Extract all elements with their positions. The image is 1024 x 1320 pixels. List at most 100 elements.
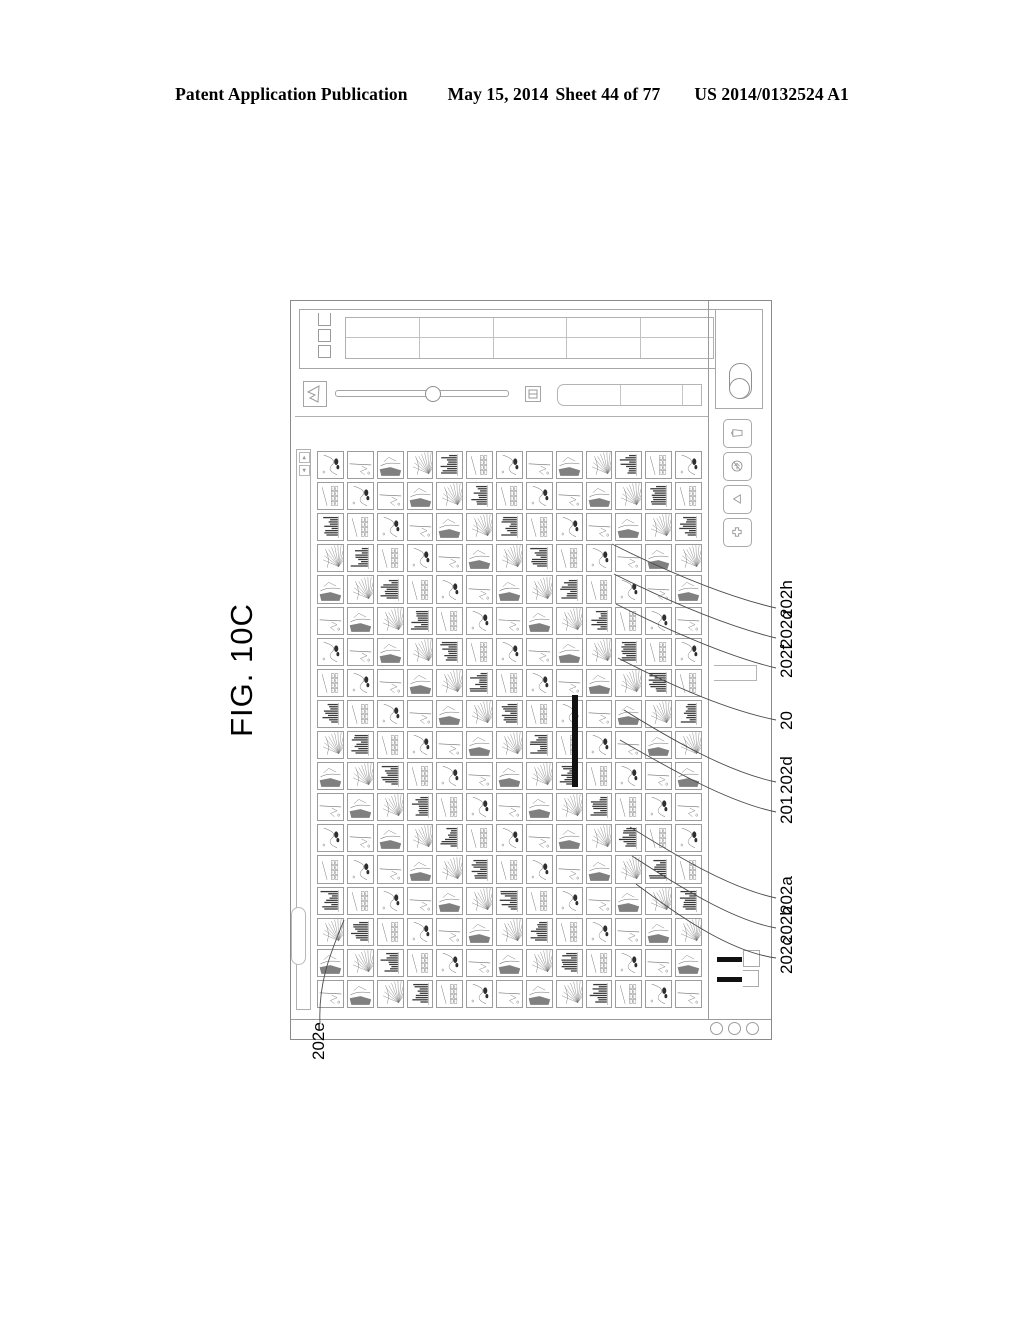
- thumbnail-item[interactable]: [466, 886, 494, 915]
- thumbnail-item[interactable]: [675, 855, 702, 884]
- thumbnail-item[interactable]: [585, 699, 613, 729]
- thumbnail-item[interactable]: [525, 824, 553, 853]
- thumbnail-item[interactable]: [615, 544, 643, 573]
- thumbnail-item[interactable]: [346, 451, 374, 480]
- thumbnail-item[interactable]: [615, 762, 643, 791]
- thumbnail-item[interactable]: [645, 855, 673, 884]
- thumbnail-item[interactable]: [525, 513, 553, 542]
- thumbnail-item[interactable]: [317, 948, 344, 977]
- thumbnail-item[interactable]: [317, 886, 344, 915]
- thumbnail-item[interactable]: [555, 731, 583, 760]
- thumbnail-item[interactable]: [496, 513, 523, 542]
- thumbnail-item[interactable]: [436, 762, 464, 791]
- thumbnail-item[interactable]: [436, 544, 464, 573]
- thumbnail-item[interactable]: [675, 886, 702, 915]
- thumbnail-item[interactable]: [645, 979, 673, 1008]
- thumbnail-item[interactable]: [585, 668, 613, 697]
- triangle-icon[interactable]: [722, 485, 752, 514]
- thumbnail-item[interactable]: [496, 948, 523, 977]
- thumbnail-item[interactable]: [525, 793, 553, 822]
- thumbnail-item[interactable]: [675, 762, 702, 791]
- thumbnail-item[interactable]: [376, 513, 404, 542]
- thumbnail-item[interactable]: [555, 699, 583, 729]
- thumbnail-item[interactable]: [376, 886, 404, 915]
- thumbnail-item[interactable]: [615, 948, 643, 977]
- thumbnail-item[interactable]: [555, 824, 583, 853]
- thumbnail-item[interactable]: [466, 824, 494, 853]
- thumbnail-item[interactable]: [585, 824, 613, 853]
- thumbnail-item[interactable]: [525, 917, 553, 946]
- thumbnail-item[interactable]: [317, 451, 344, 480]
- trash-icon[interactable]: [722, 419, 752, 448]
- thumbnail-item[interactable]: [675, 637, 702, 666]
- thumbnail-item[interactable]: [555, 917, 583, 946]
- thumbnail-item[interactable]: [406, 668, 434, 697]
- thumbnail-item[interactable]: [555, 979, 583, 1008]
- thumbnail-item[interactable]: [585, 606, 613, 635]
- thumbnail-item[interactable]: [436, 855, 464, 884]
- thumbnail-item[interactable]: [317, 668, 344, 697]
- grid-size-icon[interactable]: [525, 386, 541, 402]
- search-input[interactable]: [291, 907, 306, 965]
- thumbnail-item[interactable]: [436, 575, 464, 604]
- thumbnail-item[interactable]: [525, 855, 553, 884]
- thumbnail-item[interactable]: [317, 513, 344, 542]
- thumbnail-item[interactable]: [585, 451, 613, 480]
- thumbnail-item[interactable]: [555, 544, 583, 573]
- thumbnail-item[interactable]: [346, 979, 374, 1008]
- thumbnail-item[interactable]: [585, 482, 613, 511]
- thumbnail-item[interactable]: [675, 793, 702, 822]
- thumbnail-item[interactable]: [645, 668, 673, 697]
- thumbnail-item[interactable]: [585, 793, 613, 822]
- thumbnail-item[interactable]: [496, 979, 523, 1008]
- thumbnail-item[interactable]: [406, 979, 434, 1008]
- thumbnail-item[interactable]: [376, 731, 404, 760]
- thumbnail-item[interactable]: [496, 855, 523, 884]
- thumbnail-item[interactable]: [436, 451, 464, 480]
- thumbnail-item[interactable]: [585, 886, 613, 915]
- thumbnail-item[interactable]: [376, 979, 404, 1008]
- thumbnail-item[interactable]: [525, 606, 553, 635]
- thumbnail-item[interactable]: [317, 793, 344, 822]
- thumbnail-item[interactable]: [615, 731, 643, 760]
- thumbnail-item[interactable]: [406, 762, 434, 791]
- toggle-switch[interactable]: [729, 363, 752, 399]
- thumbnail-item[interactable]: [406, 731, 434, 760]
- plus-icon[interactable]: [722, 518, 752, 547]
- thumbnail-item[interactable]: [346, 793, 374, 822]
- thumbnail-item[interactable]: [406, 637, 434, 666]
- thumbnail-grid[interactable]: [315, 449, 704, 1010]
- thumbnail-item[interactable]: [555, 637, 583, 666]
- thumbnail-item[interactable]: [376, 948, 404, 977]
- thumbnail-item[interactable]: [406, 886, 434, 915]
- thumbnail-item[interactable]: [645, 793, 673, 822]
- thumbnail-item[interactable]: [436, 793, 464, 822]
- thumbnail-item[interactable]: [645, 513, 673, 542]
- thumbnail-item[interactable]: [525, 886, 553, 915]
- chip-detail-view[interactable]: [318, 313, 331, 326]
- thumbnail-item[interactable]: [466, 668, 494, 697]
- thumbnail-item[interactable]: [615, 482, 643, 511]
- thumbnail-item[interactable]: [555, 886, 583, 915]
- thumbnail-item[interactable]: [436, 668, 464, 697]
- thumbnail-item[interactable]: [436, 886, 464, 915]
- thumbnail-item[interactable]: [376, 855, 404, 884]
- thumbnail-item[interactable]: [436, 513, 464, 542]
- thumbnail-item[interactable]: [675, 824, 702, 853]
- thumbnail-item[interactable]: [585, 948, 613, 977]
- thumbnail-item[interactable]: [466, 637, 494, 666]
- thumbnail-item[interactable]: [645, 699, 673, 729]
- thumbnail-item[interactable]: [525, 699, 553, 729]
- thumbnail-item[interactable]: [675, 668, 702, 697]
- thumbnail-item[interactable]: [675, 699, 702, 729]
- thumbnail-item[interactable]: [436, 948, 464, 977]
- thumbnail-item[interactable]: [496, 793, 523, 822]
- thumbnail-item[interactable]: [346, 855, 374, 884]
- thumbnail-item[interactable]: [466, 731, 494, 760]
- thumbnail-item[interactable]: [496, 886, 523, 915]
- thumbnail-item[interactable]: [585, 855, 613, 884]
- thumbnail-item[interactable]: [466, 917, 494, 946]
- thumbnail-item[interactable]: [496, 544, 523, 573]
- thumbnail-item[interactable]: [496, 637, 523, 666]
- thumbnail-item[interactable]: [675, 482, 702, 511]
